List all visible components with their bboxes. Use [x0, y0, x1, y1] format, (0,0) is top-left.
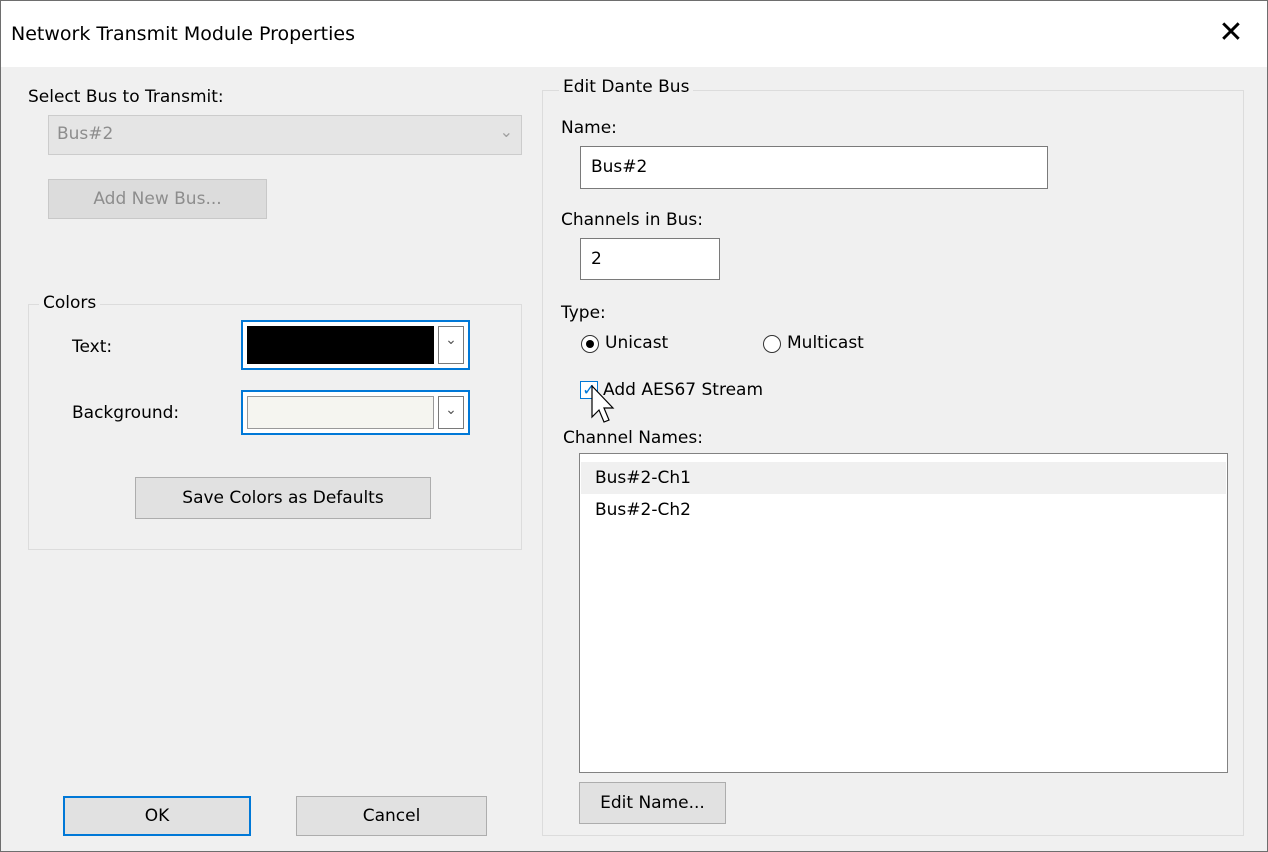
channel-names-label: Channel Names: [563, 428, 703, 448]
aes67-label[interactable]: Add AES67 Stream [603, 380, 763, 400]
text-color-picker[interactable]: ⌄ [241, 320, 470, 370]
title-bar: Network Transmit Module Properties ✕ [1, 1, 1267, 67]
text-color-label: Text: [72, 337, 113, 357]
channel-name-2: Bus#2-Ch2 [595, 500, 691, 520]
name-label: Name: [561, 118, 617, 138]
close-icon[interactable]: ✕ [1213, 15, 1249, 51]
properties-dialog: Network Transmit Module Properties ✕ Sel… [0, 0, 1268, 852]
type-label: Type: [561, 303, 606, 323]
ok-label: OK [144, 806, 170, 826]
multicast-radio[interactable] [763, 335, 781, 353]
channels-label: Channels in Bus: [561, 210, 703, 230]
list-item[interactable]: Bus#2-Ch1 [581, 462, 1226, 494]
multicast-label[interactable]: Multicast [787, 333, 864, 353]
unicast-label[interactable]: Unicast [605, 333, 668, 353]
background-color-label: Background: [72, 403, 180, 423]
chevron-down-icon: ⌄ [499, 122, 513, 141]
colors-group-title: Colors [39, 293, 101, 313]
channel-names-list[interactable]: Bus#2-Ch1 Bus#2-Ch2 [579, 453, 1228, 773]
bus-select[interactable]: Bus#2 ⌄ [48, 115, 522, 155]
bus-select-value: Bus#2 [57, 124, 114, 144]
chevron-down-icon[interactable]: ⌄ [438, 326, 464, 364]
edit-name-label: Edit Name... [600, 793, 705, 813]
dialog-title: Network Transmit Module Properties [11, 23, 356, 45]
save-colors-label: Save Colors as Defaults [182, 488, 384, 508]
chevron-down-icon[interactable]: ⌄ [438, 396, 464, 429]
ok-button[interactable]: OK [63, 796, 251, 836]
unicast-radio[interactable] [581, 335, 599, 353]
channels-value: 2 [591, 249, 602, 269]
add-new-bus-label: Add New Bus... [93, 189, 222, 209]
select-bus-label: Select Bus to Transmit: [28, 87, 224, 107]
background-color-picker[interactable]: ⌄ [241, 390, 470, 435]
edit-dante-bus-title: Edit Dante Bus [559, 77, 694, 97]
channel-name-1: Bus#2-Ch1 [595, 468, 691, 488]
cancel-button[interactable]: Cancel [296, 796, 487, 836]
add-new-bus-button[interactable]: Add New Bus... [48, 179, 267, 219]
bus-name-input[interactable]: Bus#2 [580, 146, 1048, 189]
text-color-swatch [247, 326, 434, 364]
save-colors-button[interactable]: Save Colors as Defaults [135, 477, 431, 519]
bus-name-value: Bus#2 [591, 157, 648, 177]
channels-input[interactable]: 2 [580, 238, 720, 280]
cancel-label: Cancel [362, 806, 421, 826]
mouse-cursor-icon [591, 385, 615, 423]
list-item[interactable]: Bus#2-Ch2 [581, 494, 1226, 526]
background-color-swatch [247, 396, 434, 429]
edit-name-button[interactable]: Edit Name... [579, 782, 726, 824]
